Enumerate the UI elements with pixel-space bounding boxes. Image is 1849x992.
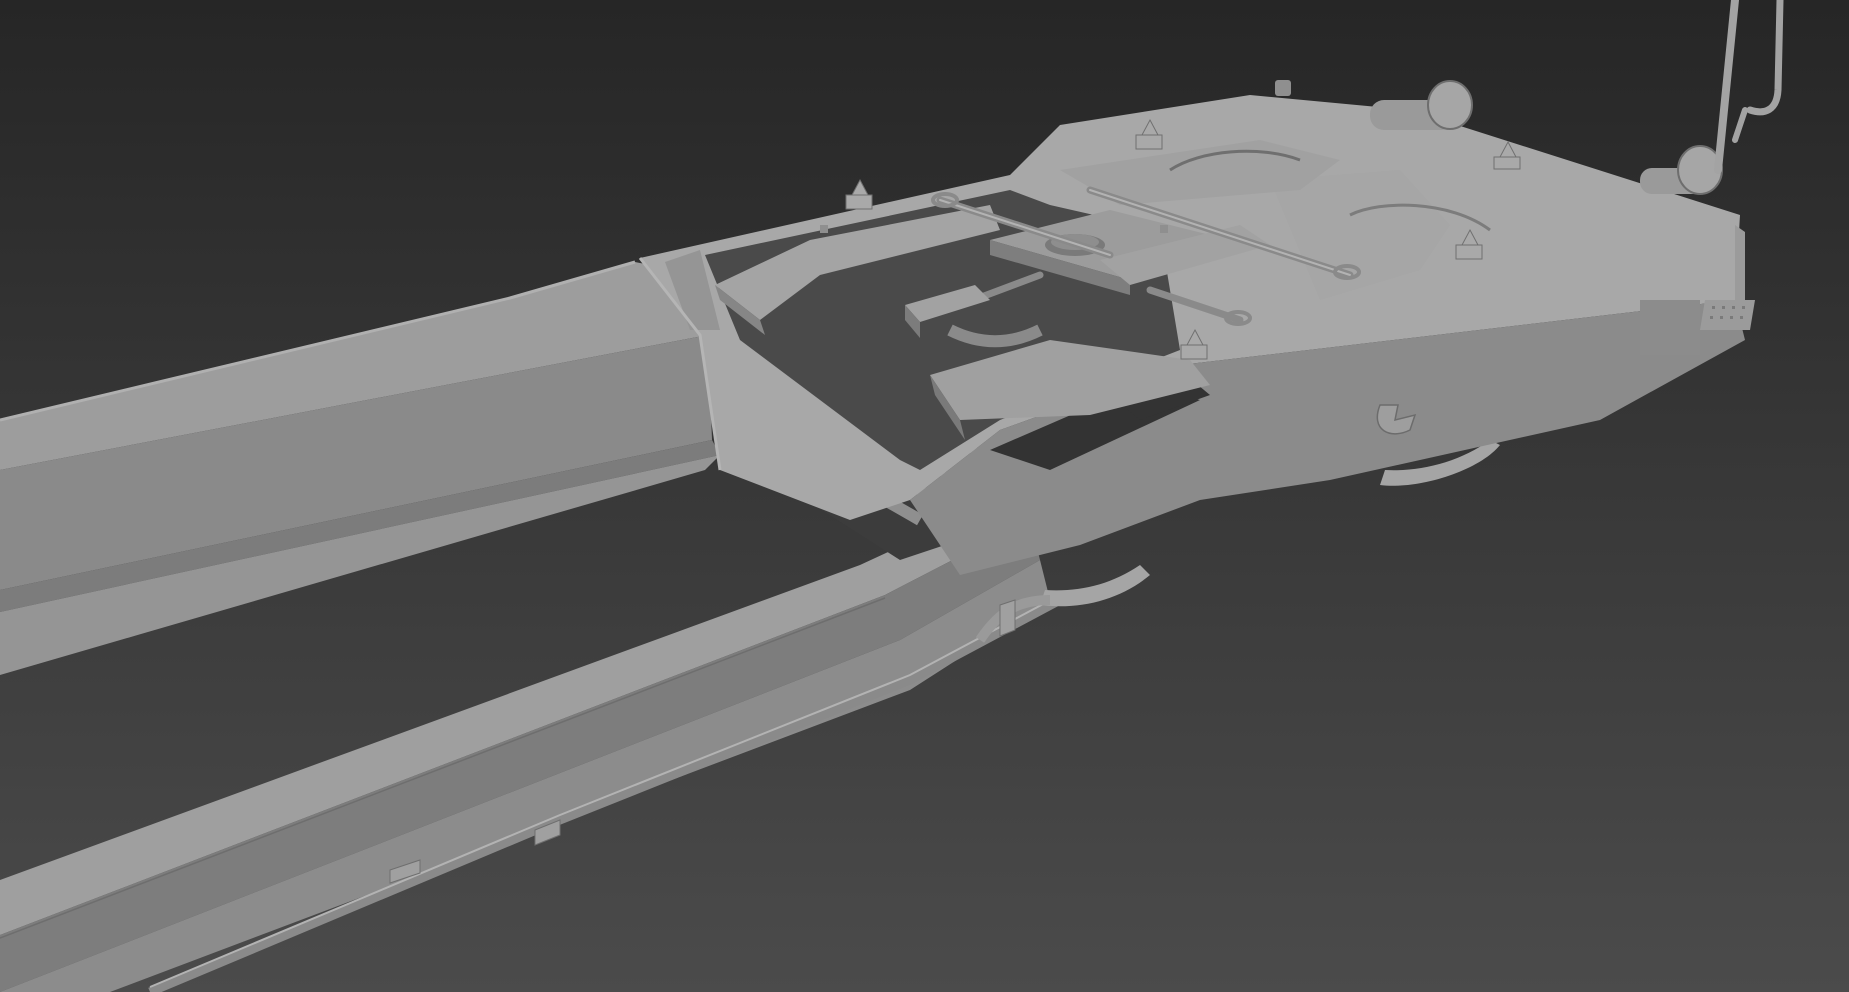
3d-viewport[interactable] [0,0,1849,992]
chassis-render [0,0,1849,992]
